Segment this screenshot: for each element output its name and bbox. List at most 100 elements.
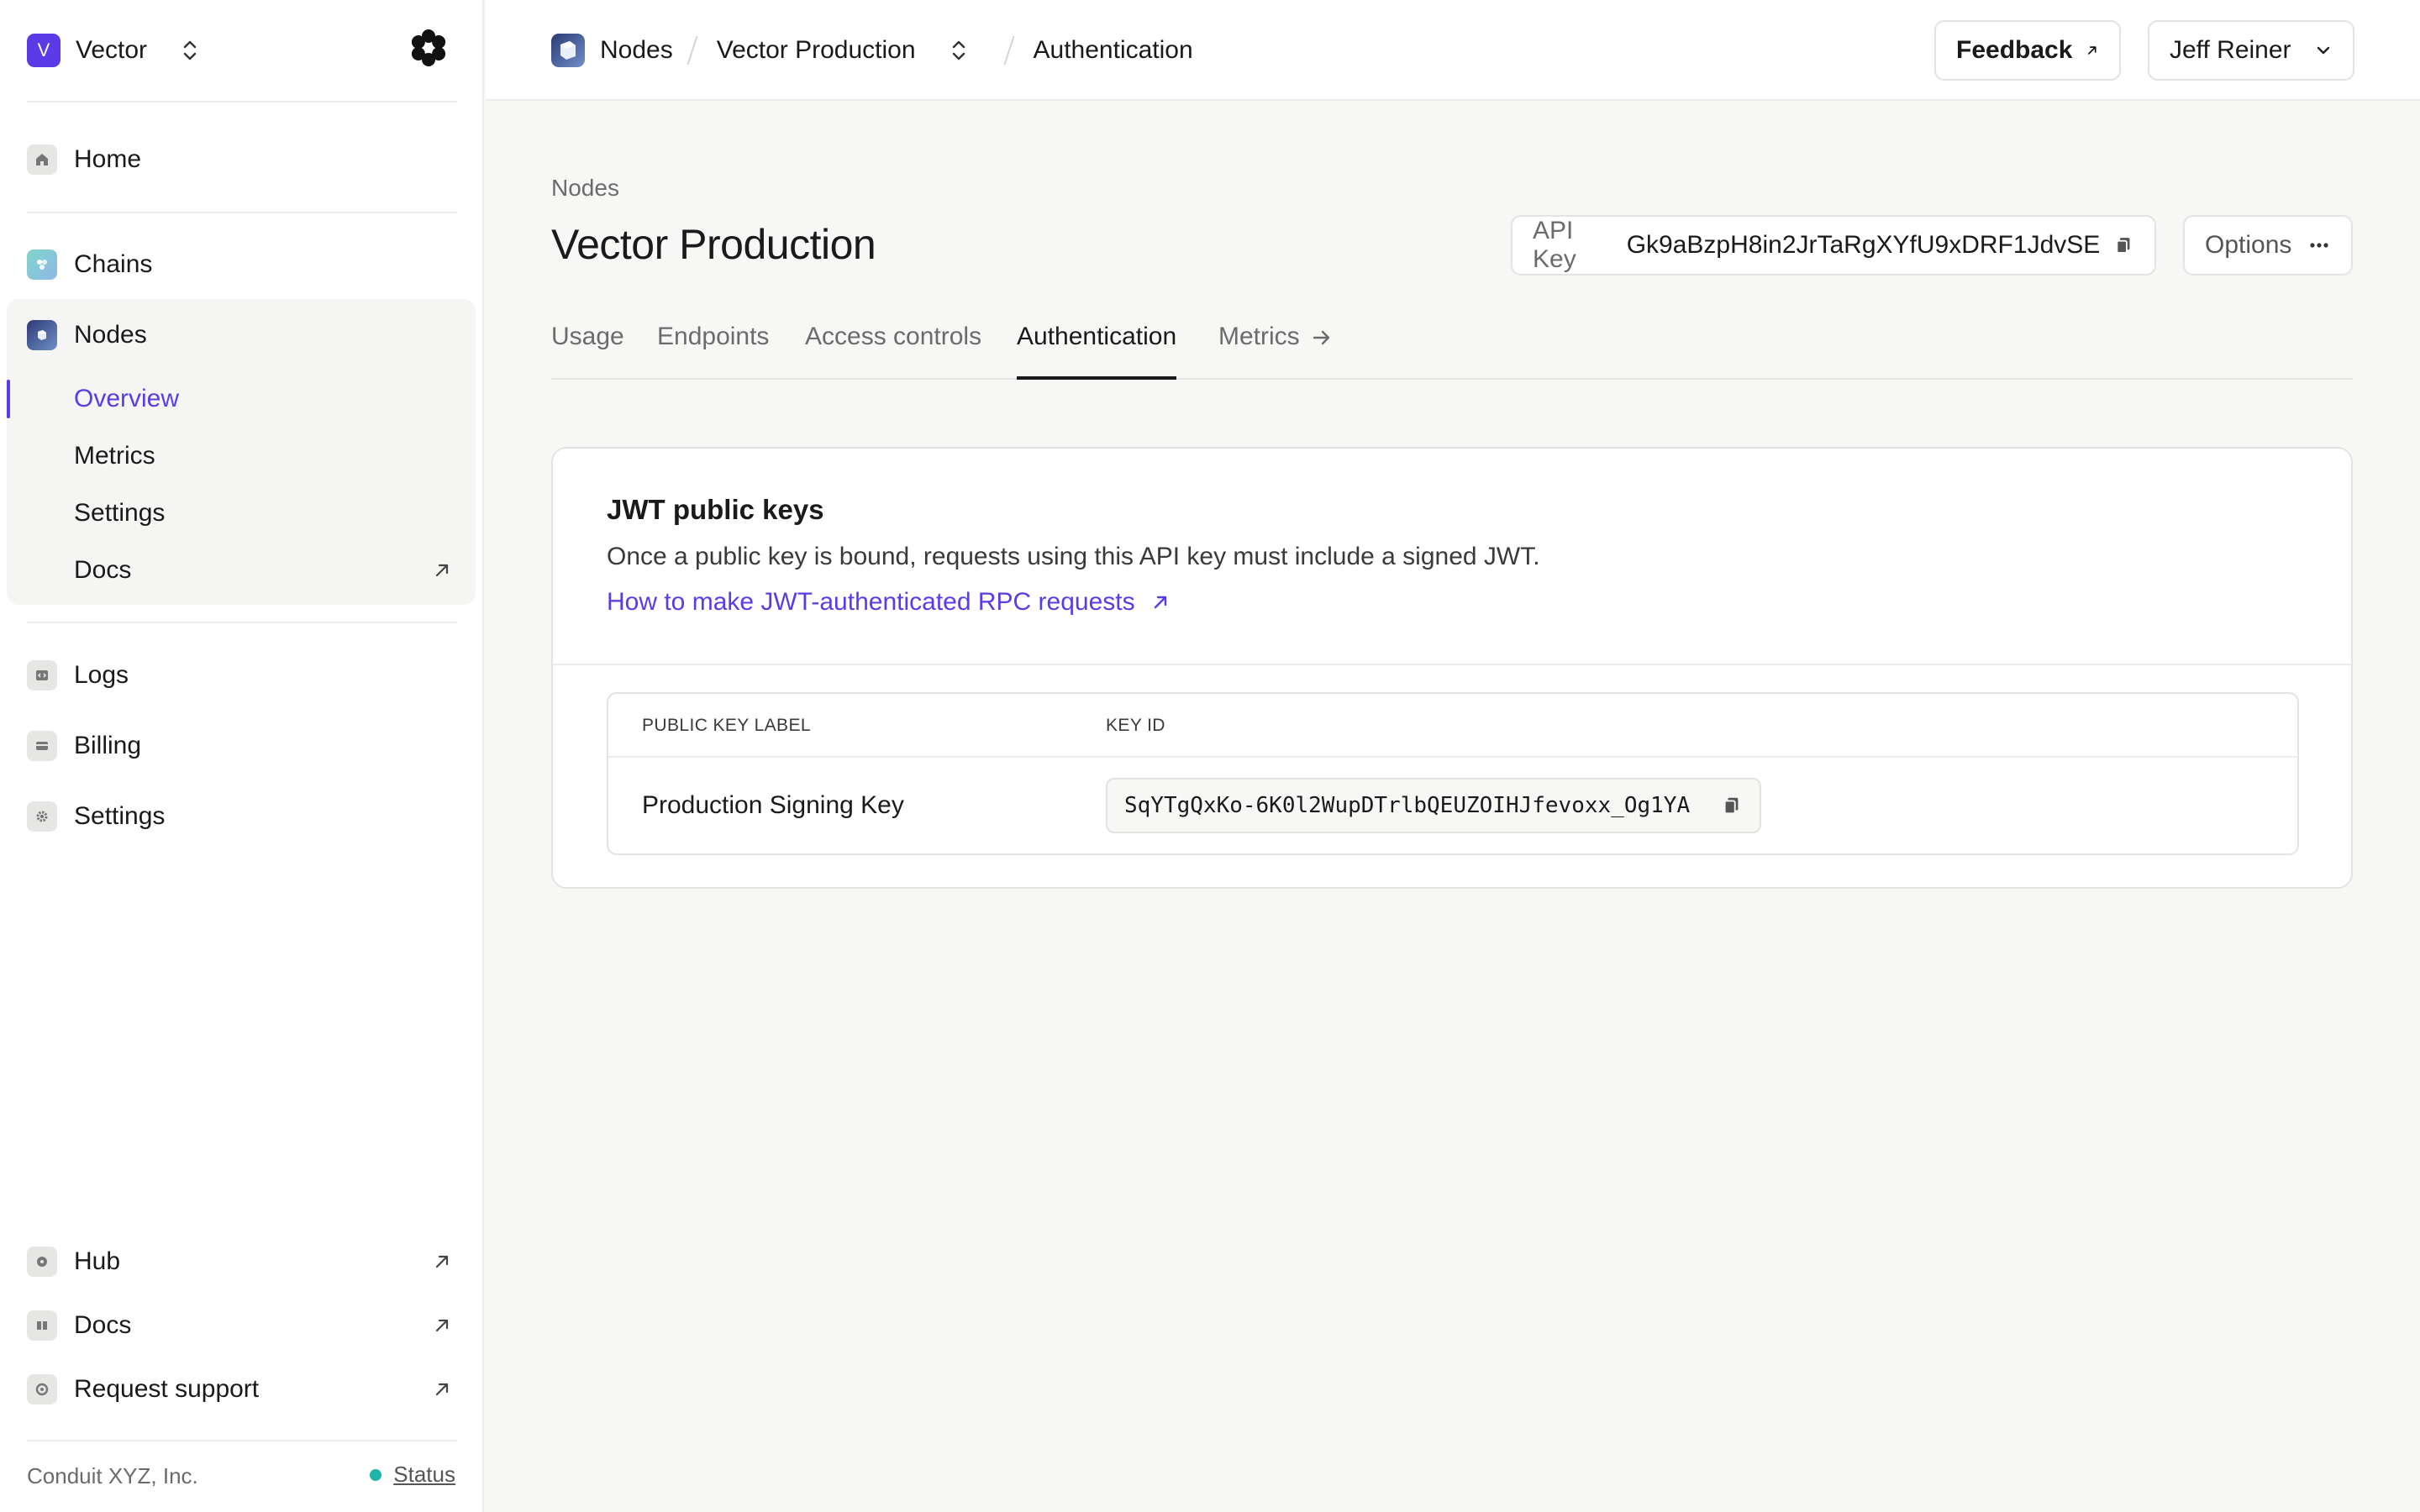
breadcrumb-label: Vector Production — [716, 36, 916, 64]
options-label: Options — [2205, 231, 2292, 259]
sidebar-subitem-label: Docs — [74, 556, 132, 584]
tab-access-controls[interactable]: Access controls — [805, 319, 981, 380]
feedback-button[interactable]: Feedback — [1934, 20, 2121, 81]
flower-logo-icon[interactable] — [408, 28, 449, 68]
breadcrumb: Nodes Vector Production Authentication — [551, 30, 1193, 71]
sidebar-item-request-support[interactable]: Request support — [27, 1369, 457, 1410]
external-link-icon — [435, 1319, 449, 1332]
sidebar-item-label: Hub — [74, 1247, 121, 1275]
nodes-icon — [27, 320, 57, 350]
tab-bar: Usage Endpoints Access controls Authenti… — [551, 319, 2353, 380]
column-header-label: PUBLIC KEY LABEL — [642, 716, 811, 735]
card-title: JWT public keys — [607, 494, 824, 525]
sidebar-item-label: Settings — [74, 802, 166, 830]
card-divider — [553, 664, 2351, 665]
sidebar-item-chains[interactable]: Chains — [27, 244, 457, 285]
card-description: Once a public key is bound, requests usi… — [607, 543, 1540, 570]
gear-icon — [27, 801, 57, 832]
status-label: Status — [393, 1462, 455, 1487]
feedback-label: Feedback — [1956, 36, 2073, 64]
external-link-icon — [435, 1383, 449, 1396]
external-link-icon — [435, 1255, 449, 1268]
sidebar-item-home[interactable]: Home — [27, 139, 457, 180]
book-icon — [27, 1310, 57, 1341]
more-horizontal-icon — [2310, 243, 2328, 248]
lifebuoy-icon — [27, 1374, 57, 1404]
sidebar-subitem-overview[interactable]: Overview — [74, 379, 457, 419]
options-button[interactable]: Options — [2183, 215, 2353, 276]
chevron-up-down-icon — [952, 40, 965, 60]
sidebar-item-label: Chains — [74, 250, 153, 278]
tab-authentication[interactable]: Authentication — [1017, 319, 1177, 380]
sidebar-item-label: Docs — [74, 1311, 132, 1339]
sidebar-item-label: Home — [74, 145, 142, 173]
sidebar-divider — [27, 101, 457, 102]
sidebar-item-billing[interactable]: Billing — [27, 726, 457, 766]
chains-icon — [27, 249, 57, 280]
workspace-name: Vector — [76, 36, 148, 64]
workspace-switcher[interactable]: V Vector — [27, 34, 199, 67]
key-id-chip: SqYTgQxKo-6K0l2WupDTrlbQEUZOIHJfevoxx_Og… — [1106, 778, 1761, 833]
sidebar-item-label: Billing — [74, 732, 142, 759]
nodes-icon — [551, 34, 585, 67]
key-label-cell: Production Signing Key — [642, 791, 904, 819]
breadcrumb-project-switcher[interactable]: Vector Production — [717, 36, 968, 65]
sidebar-item-logs[interactable]: Logs — [27, 655, 457, 696]
public-keys-table: PUBLIC KEY LABEL KEY ID Production Signi… — [607, 692, 2299, 855]
sidebar-item-settings[interactable]: Settings — [27, 796, 457, 837]
copy-icon[interactable] — [1721, 795, 1743, 816]
breadcrumb-label: Nodes — [600, 36, 673, 64]
sidebar: V Vector Home Chains Nodes Overview Metr… — [0, 0, 484, 1512]
tab-label: Metrics — [1218, 323, 1300, 350]
breadcrumb-nodes[interactable]: Nodes — [551, 34, 673, 67]
sidebar-subitem-settings[interactable]: Settings — [74, 493, 457, 533]
top-bar: Nodes Vector Production Authentication F… — [486, 0, 2420, 101]
sidebar-divider — [27, 622, 457, 623]
tab-metrics[interactable]: Metrics — [1218, 319, 1334, 380]
user-name: Jeff Reiner — [2170, 36, 2291, 64]
sidebar-item-nodes[interactable]: Nodes — [27, 315, 457, 355]
api-key-label: API Key — [1533, 217, 1576, 273]
key-id-value: SqYTgQxKo-6K0l2WupDTrlbQEUZOIHJfevoxx_Og… — [1124, 793, 1691, 818]
link-label: How to make JWT-authenticated RPC reques… — [607, 588, 1135, 616]
tab-usage[interactable]: Usage — [551, 319, 624, 380]
home-icon — [27, 144, 57, 175]
sidebar-divider — [27, 1440, 457, 1441]
sidebar-item-label: Logs — [74, 661, 129, 689]
breadcrumb-current: Authentication — [1034, 36, 1193, 65]
sidebar-divider — [27, 212, 457, 213]
external-link-icon — [1154, 596, 1166, 609]
table-divider — [608, 756, 2297, 758]
jwt-docs-link[interactable]: How to make JWT-authenticated RPC reques… — [607, 588, 1171, 617]
sidebar-item-docs[interactable]: Docs — [27, 1305, 457, 1346]
status-dot-icon — [370, 1468, 382, 1481]
company-name: Conduit XYZ, Inc. — [27, 1463, 198, 1488]
workspace-avatar: V — [27, 34, 60, 67]
sidebar-subitem-metrics[interactable]: Metrics — [74, 436, 457, 476]
breadcrumb-label: Authentication — [1033, 36, 1193, 64]
sidebar-item-label: Nodes — [74, 321, 147, 349]
copy-icon[interactable] — [2113, 234, 2134, 257]
hub-icon — [27, 1247, 57, 1277]
api-key-value: Gk9aBzpH8in2JrTaRgXYfU9xDRF1JdvSE — [1626, 231, 2101, 259]
jwt-keys-card: JWT public keys Once a public key is bou… — [551, 447, 2353, 889]
logs-icon — [27, 660, 57, 690]
sidebar-item-hub[interactable]: Hub — [27, 1242, 457, 1282]
external-link-icon — [435, 564, 449, 577]
sidebar-item-label: Request support — [74, 1375, 260, 1403]
status-link[interactable]: Status — [370, 1462, 455, 1488]
arrow-right-icon — [1313, 330, 1329, 345]
external-link-icon — [2088, 46, 2096, 55]
tab-endpoints[interactable]: Endpoints — [657, 319, 769, 380]
breadcrumb-separator — [1003, 36, 1015, 65]
user-menu-button[interactable]: Jeff Reiner — [2148, 20, 2354, 81]
page-subtitle: Nodes — [551, 175, 619, 201]
breadcrumb-separator — [687, 36, 698, 65]
api-key-field: API Key Gk9aBzpH8in2JrTaRgXYfU9xDRF1JdvS… — [1511, 215, 2156, 276]
column-header-key-id: KEY ID — [1106, 716, 1165, 735]
chevron-down-icon — [2317, 46, 2330, 55]
chevron-up-down-icon — [183, 40, 197, 60]
page-title: Vector Production — [551, 221, 876, 268]
active-indicator — [7, 380, 10, 418]
sidebar-subitem-docs[interactable]: Docs — [74, 550, 457, 591]
